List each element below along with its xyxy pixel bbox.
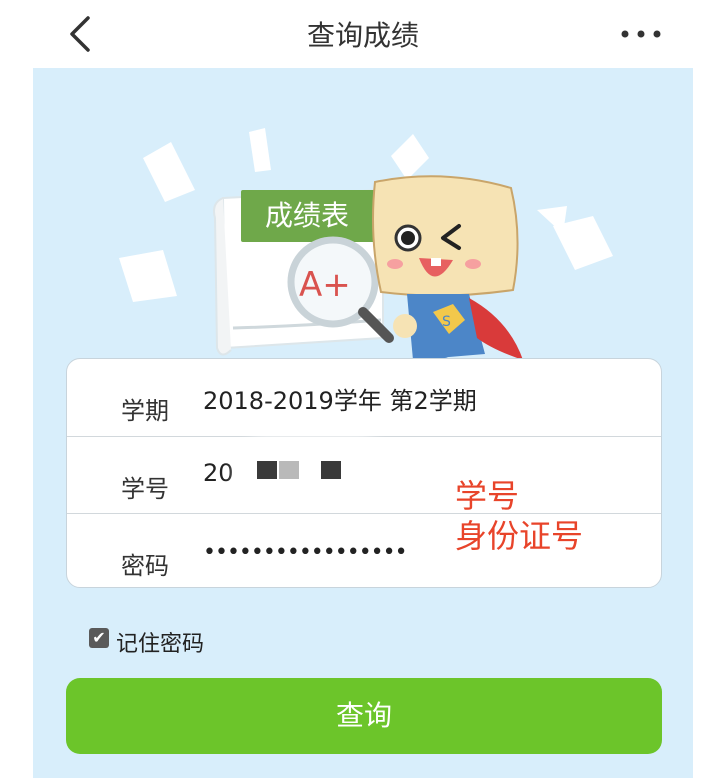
redaction-block <box>279 461 299 479</box>
top-navigation-bar: 查询成绩 <box>0 0 726 68</box>
student-id-input[interactable]: 20 <box>203 459 234 487</box>
semester-label: 学期 <box>121 397 169 425</box>
semester-value[interactable]: 2018-2019学年 第2学期 <box>203 381 477 416</box>
report-card-mascot-illustration: 成绩表 A+ S <box>119 128 613 372</box>
remember-password-label: 记住密码 <box>116 632 205 657</box>
password-label: 密码 <box>121 552 169 580</box>
checkbox-checked-icon[interactable]: ✔ <box>89 628 109 648</box>
annotation-note: 学号 身份证号 <box>455 476 583 556</box>
content-area: 成绩表 A+ S 学期 2018-2019学年 第2学期 学号 20 密码 ••… <box>33 68 693 778</box>
badge-letter: S <box>442 314 451 330</box>
redaction-block <box>321 461 341 479</box>
query-button[interactable]: 查询 <box>66 678 662 754</box>
semester-row[interactable]: 学期 2018-2019学年 第2学期 <box>67 359 661 436</box>
annotation-line-2: 身份证号 <box>455 517 584 555</box>
sheet-title-text: 成绩表 <box>265 199 349 232</box>
grade-text: A+ <box>299 265 351 305</box>
student-id-label: 学号 <box>121 475 169 503</box>
hero-illustration: 成绩表 A+ S <box>113 98 633 388</box>
redaction-block <box>257 461 277 479</box>
annotation-line-1: 学号 <box>455 477 520 515</box>
more-options-button[interactable] <box>616 20 666 48</box>
password-input[interactable]: ••••••••••••••••• <box>203 540 408 565</box>
more-dots-icon <box>621 30 661 38</box>
